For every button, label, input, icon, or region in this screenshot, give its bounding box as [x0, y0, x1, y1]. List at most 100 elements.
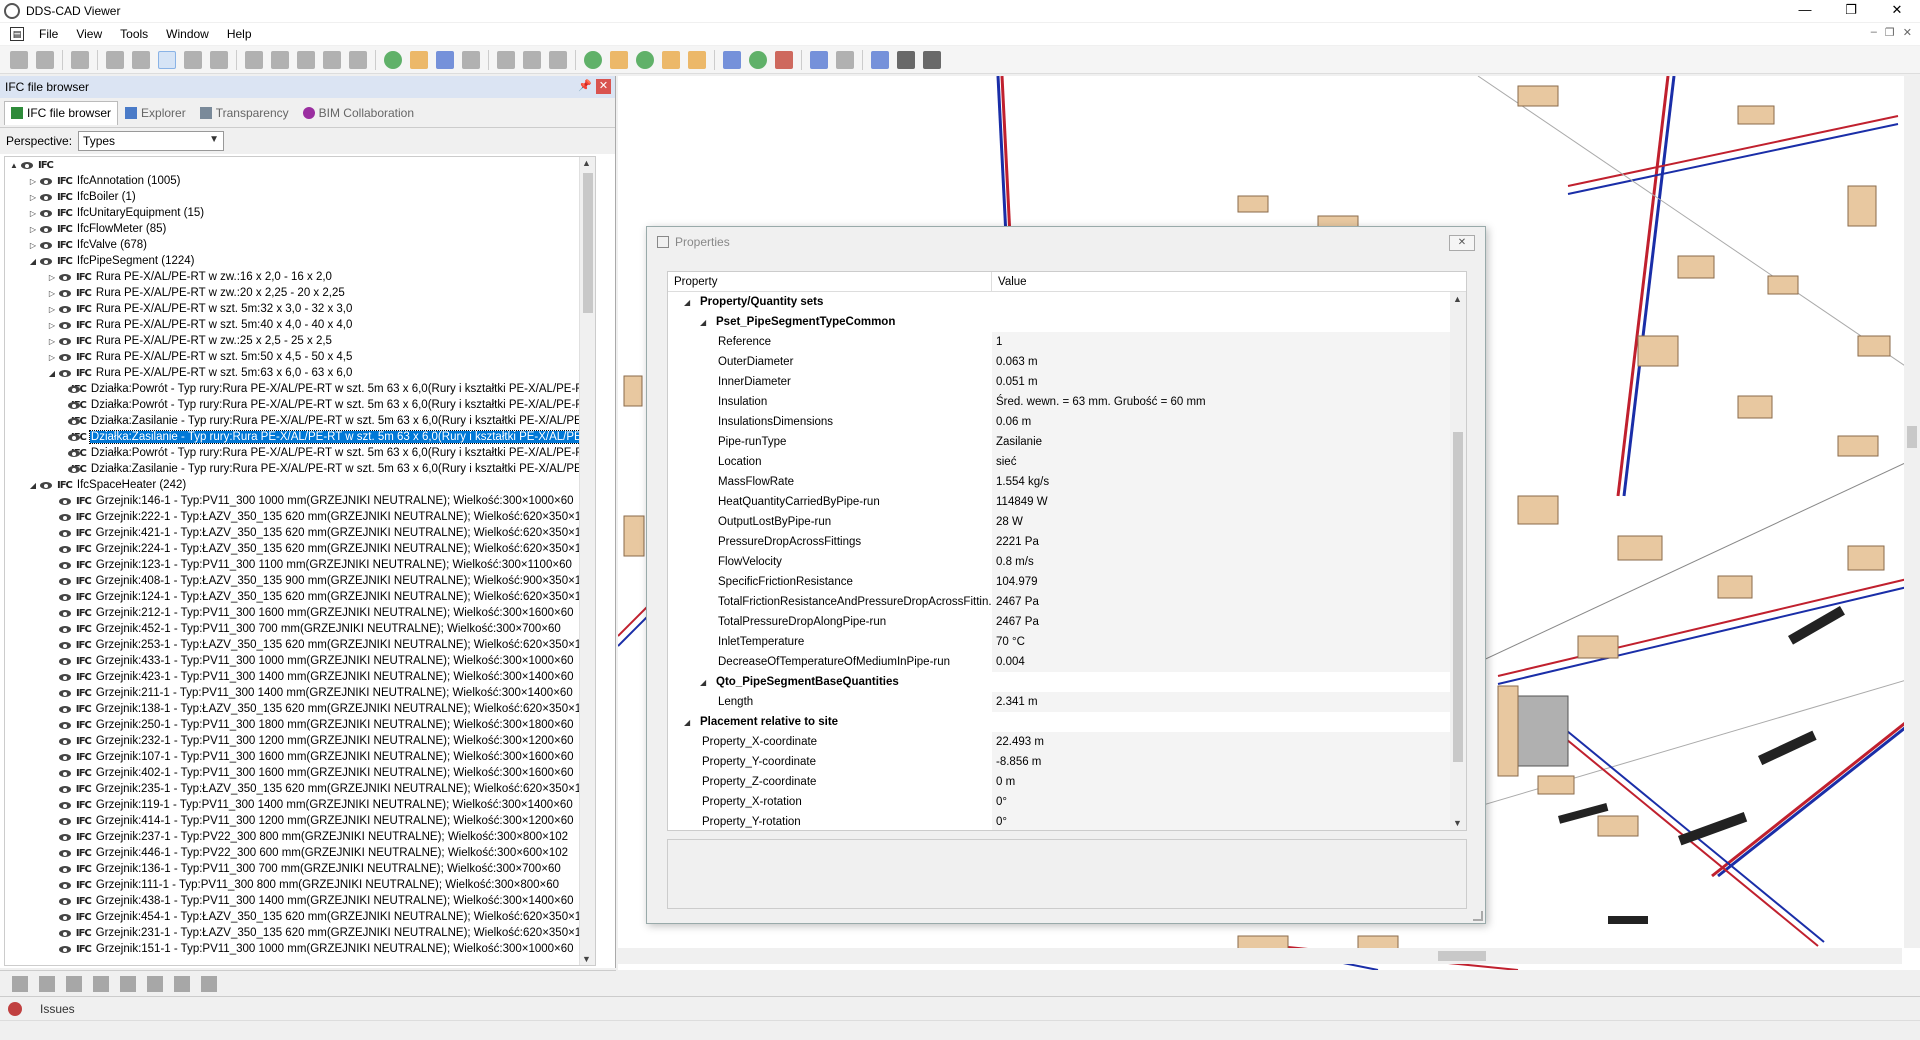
visibility-eye-icon[interactable] — [40, 225, 54, 234]
tree-row[interactable]: IFC Grzejnik:151-1 - Typ:PV11_300 1000 mm… — [5, 941, 595, 957]
property-row[interactable]: Insulation Śred. wewn. = 63 mm. Grubość =… — [668, 392, 1466, 412]
search-icon[interactable] — [462, 50, 480, 69]
tree-row[interactable]: IFC Działka:Zasilanie - Typ rury:Rura PE-… — [5, 461, 595, 477]
visibility-eye-icon[interactable] — [58, 705, 73, 714]
tree-row[interactable]: ▷ IFC Rura PE-X/AL/PE-RT w szt. 5m:40 x 4,… — [5, 317, 595, 333]
grid-view-icon[interactable] — [39, 975, 55, 992]
cut-icon[interactable] — [723, 50, 741, 69]
tree-row[interactable]: IFC Grzejnik:414-1 - Typ:PV11_300 1200 mm… — [5, 813, 595, 829]
scroll-thumb[interactable] — [583, 173, 593, 313]
close-button[interactable]: ✕ — [1874, 0, 1920, 22]
tree-row[interactable]: IFC Grzejnik:119-1 - Typ:PV11_300 1400 mm… — [5, 797, 595, 813]
expand-toggle-icon[interactable]: ▷ — [28, 225, 38, 234]
property-scrollbar[interactable]: ▲ ▼ — [1450, 292, 1466, 830]
open-icon[interactable] — [10, 50, 28, 69]
list-icon[interactable] — [923, 50, 941, 69]
visibility-eye-icon[interactable] — [59, 625, 73, 634]
scroll-thumb[interactable] — [1453, 432, 1463, 762]
tree-row[interactable]: IFC Grzejnik:124-1 - Typ:ŁAZV_350_135 620… — [5, 589, 595, 605]
property-row[interactable]: DecreaseOfTemperatureOfMediumInPipe-run 0… — [668, 652, 1466, 672]
document-icon[interactable]: ▤ — [10, 27, 24, 41]
scroll-down-icon[interactable]: ▼ — [582, 954, 591, 964]
visibility-eye-icon[interactable] — [59, 497, 73, 506]
tab-bim-collaboration[interactable]: BIM Collaboration — [296, 101, 421, 125]
property-row[interactable]: InletTemperature 70 °C — [668, 632, 1466, 652]
issues-label[interactable]: Issues — [40, 1002, 75, 1016]
visibility-eye-icon[interactable] — [59, 289, 73, 298]
visibility-eye-icon[interactable] — [59, 737, 73, 746]
layers-view-icon[interactable] — [66, 975, 82, 992]
tree-row[interactable]: IFC Działka:Zasilanie - Typ rury:Rura PE-… — [5, 429, 595, 445]
visibility-eye-icon[interactable] — [40, 193, 54, 202]
property-row[interactable]: OutputLostByPipe-run 28 W — [668, 512, 1466, 532]
expand-toggle-icon[interactable]: ▷ — [28, 209, 38, 218]
visibility-eye-icon[interactable] — [58, 929, 73, 938]
tree-row[interactable]: IFC Grzejnik:421-1 - Typ:ŁAZV_350_135 620… — [5, 525, 595, 541]
tree-row[interactable]: IFC Grzejnik:231-1 - Typ:ŁAZV_350_135 620… — [5, 925, 595, 941]
pin-icon[interactable]: 📌 — [578, 79, 592, 93]
tree-row[interactable]: ◢ IFC Rura PE-X/AL/PE-RT w szt. 5m:63 x 6,… — [5, 365, 595, 381]
maximize-button[interactable]: ❐ — [1828, 0, 1874, 22]
chart-icon[interactable] — [871, 50, 889, 69]
tree-scrollbar[interactable]: ▲ ▼ — [579, 157, 595, 965]
expand-toggle-icon[interactable]: ▷ — [47, 321, 57, 330]
save-icon[interactable] — [36, 50, 54, 69]
menu-file[interactable]: File — [30, 23, 67, 45]
property-row[interactable]: Length 2.341 m — [668, 692, 1466, 712]
view-left-icon[interactable] — [297, 50, 315, 69]
expand-toggle-icon[interactable]: ◢ — [47, 369, 57, 378]
tree-row[interactable]: ▷ IFC Rura PE-X/AL/PE-RT w szt. 5m:50 x 4,… — [5, 349, 595, 365]
scroll-down-icon[interactable]: ▼ — [1453, 818, 1462, 828]
ifc-tree[interactable]: ▲ IFC ▷ IFC IfcAnnotation (1005) ▷ IFC IfcBoile… — [4, 156, 596, 966]
tree-row[interactable]: ▲ IFC — [5, 157, 595, 173]
panel-close-button[interactable]: ✕ — [596, 79, 611, 94]
visibility-eye-icon[interactable] — [59, 321, 73, 330]
visibility-eye-icon[interactable] — [58, 913, 73, 922]
viewport-horizontal-scrollbar[interactable] — [618, 948, 1902, 964]
visibility-eye-icon[interactable] — [59, 337, 73, 346]
select-box-icon[interactable] — [688, 50, 706, 69]
visibility-eye-icon[interactable] — [58, 529, 73, 538]
property-row[interactable]: Reference 1 — [668, 332, 1466, 352]
delete-icon[interactable] — [775, 50, 793, 69]
tree-row[interactable]: IFC Grzejnik:136-1 - Typ:PV11_300 700 mm(… — [5, 861, 595, 877]
menu-tools[interactable]: Tools — [111, 23, 157, 45]
column-header-value[interactable]: Value — [992, 272, 1027, 291]
dialog-title-bar[interactable]: Properties — [647, 227, 1485, 257]
dialog-close-button[interactable]: ✕ — [1449, 235, 1475, 251]
tree-row[interactable]: IFC Grzejnik:446-1 - Typ:PV22_300 600 mm(… — [5, 845, 595, 861]
tree-row[interactable]: ◢ IFC IfcSpaceHeater (242) — [5, 477, 595, 493]
camera-icon[interactable] — [158, 50, 176, 69]
tree-row[interactable]: IFC Działka:Powrót - Typ rury:Rura PE-X/A… — [5, 445, 595, 461]
property-group-row[interactable]: ◢ Qto_PipeSegmentBaseQuantities — [668, 672, 1466, 692]
perspective-select[interactable]: Types ▼ — [78, 131, 225, 151]
scroll-up-icon[interactable]: ▲ — [582, 158, 591, 168]
tree-row[interactable]: IFC Grzejnik:438-1 - Typ:PV11_300 1400 mm… — [5, 893, 595, 909]
collapse-toggle-icon[interactable]: ◢ — [684, 713, 694, 732]
visibility-eye-icon[interactable] — [59, 689, 73, 698]
expand-toggle-icon[interactable]: ▲ — [9, 161, 19, 170]
system-view-icon[interactable] — [120, 975, 136, 992]
visibility-eye-icon[interactable] — [59, 897, 73, 906]
expand-toggle-icon[interactable]: ◢ — [28, 481, 38, 490]
visibility-eye-icon[interactable] — [58, 577, 73, 586]
fly-icon[interactable] — [436, 50, 454, 69]
collapse-toggle-icon[interactable]: ◢ — [700, 673, 710, 692]
tree-row[interactable]: IFC Grzejnik:408-1 - Typ:ŁAZV_350_135 900… — [5, 573, 595, 589]
visibility-eye-icon[interactable] — [59, 353, 73, 362]
collapse-toggle-icon[interactable]: ◢ — [700, 313, 710, 332]
property-row[interactable]: PressureDropAcrossFittings 2221 Pa — [668, 532, 1466, 552]
visibility-eye-icon[interactable] — [59, 945, 73, 954]
tab-explorer[interactable]: Explorer — [118, 101, 193, 125]
expand-toggle-icon[interactable]: ▷ — [47, 337, 57, 346]
tree-row[interactable]: IFC Grzejnik:222-1 - Typ:ŁAZV_350_135 620… — [5, 509, 595, 525]
globe-icon[interactable] — [584, 50, 602, 69]
scroll-up-icon[interactable]: ▲ — [1453, 294, 1462, 304]
tree-row[interactable]: IFC Grzejnik:235-1 - Typ:ŁAZV_350_135 620… — [5, 781, 595, 797]
visibility-eye-icon[interactable] — [40, 257, 54, 266]
resize-grip-icon[interactable] — [1473, 911, 1483, 921]
clear-selection-icon[interactable] — [201, 975, 217, 992]
scroll-thumb[interactable] — [1907, 426, 1917, 448]
expand-toggle-icon[interactable]: ▷ — [47, 289, 57, 298]
graph-view-icon[interactable] — [147, 975, 163, 992]
